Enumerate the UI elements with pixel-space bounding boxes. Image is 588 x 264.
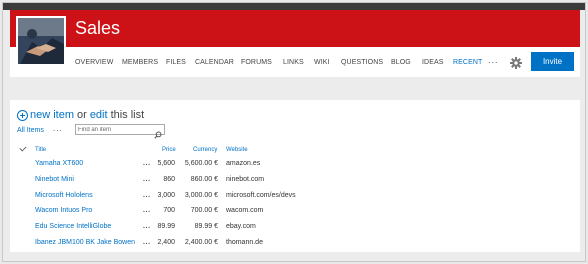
invite-button[interactable]: Invite: [531, 52, 574, 71]
column-header-website[interactable]: Website: [226, 147, 248, 154]
column-header-title[interactable]: Title: [35, 147, 46, 154]
item-website: wacom.com: [226, 207, 264, 214]
nav-ideas[interactable]: IDEAS: [422, 58, 444, 67]
item-website: microsoft.com/es/devs: [226, 192, 296, 199]
this-list-label: this list: [110, 109, 145, 121]
item-title[interactable]: Ninebot Mini: [35, 175, 74, 184]
nav-more-button[interactable]: ...: [488, 55, 499, 65]
column-header-currency[interactable]: Currency: [193, 147, 217, 154]
item-price: 3,000: [157, 192, 175, 199]
nav-blog[interactable]: BLOG: [391, 58, 411, 67]
item-price: 5,600: [157, 160, 175, 167]
item-title[interactable]: Edu Science IntelliGlobe: [35, 222, 111, 231]
item-currency: 700.00 €: [190, 207, 218, 214]
nav-calendar[interactable]: CALENDAR: [195, 58, 234, 67]
suite-bar: [3, 3, 585, 10]
item-currency: 89.99 €: [194, 223, 218, 230]
search-input[interactable]: [78, 126, 152, 134]
nav-files[interactable]: FILES: [166, 58, 186, 67]
nav-wiki[interactable]: WIKI: [314, 58, 330, 67]
edit-link[interactable]: edit: [90, 109, 108, 121]
item-price: 860: [163, 176, 175, 183]
new-item-link[interactable]: new item: [30, 109, 74, 121]
item-website: ebay.com: [226, 223, 256, 230]
item-currency: 860.00 €: [190, 176, 218, 183]
item-website: amazon.es: [226, 160, 261, 167]
nav-questions[interactable]: QUESTIONS: [341, 58, 383, 67]
column-header-price[interactable]: Price: [162, 147, 176, 154]
item-website: thomann.de: [226, 239, 263, 246]
view-all-items[interactable]: All Items: [17, 126, 44, 135]
site-logo: [16, 16, 66, 66]
item-price: 700: [163, 207, 175, 214]
nav-overview[interactable]: OVERVIEW: [75, 58, 113, 67]
item-title[interactable]: Ibanez JBM100 BK Jake Bowen: [35, 238, 135, 247]
item-title[interactable]: Wacom Intuos Pro: [35, 206, 92, 215]
item-price: 89.99: [157, 223, 175, 230]
views-more-button[interactable]: ...: [53, 124, 63, 133]
item-title[interactable]: Yamaha XT600: [35, 159, 83, 168]
item-currency: 3,000.00 €: [184, 192, 218, 199]
item-currency: 5,600.00 €: [184, 160, 218, 167]
nav-links[interactable]: LINKS: [283, 58, 304, 67]
plus-circle-icon[interactable]: [17, 109, 28, 121]
nav-recent[interactable]: RECENT: [453, 58, 482, 67]
nav-members[interactable]: MEMBERS: [122, 58, 158, 67]
or-label: or: [77, 109, 87, 121]
search-icon[interactable]: [154, 126, 162, 139]
nav-forums[interactable]: FORUMS: [241, 58, 272, 67]
search-box: [75, 124, 165, 139]
item-title[interactable]: Microsoft Hololens: [35, 191, 93, 200]
site-title[interactable]: Sales: [75, 16, 120, 40]
item-price: 2,400: [157, 239, 175, 246]
item-website: ninebot.com: [226, 176, 265, 183]
item-currency: 2,400.00 €: [184, 239, 218, 246]
new-item-row: new item or edit this list: [17, 108, 144, 122]
gear-icon[interactable]: [510, 56, 522, 69]
